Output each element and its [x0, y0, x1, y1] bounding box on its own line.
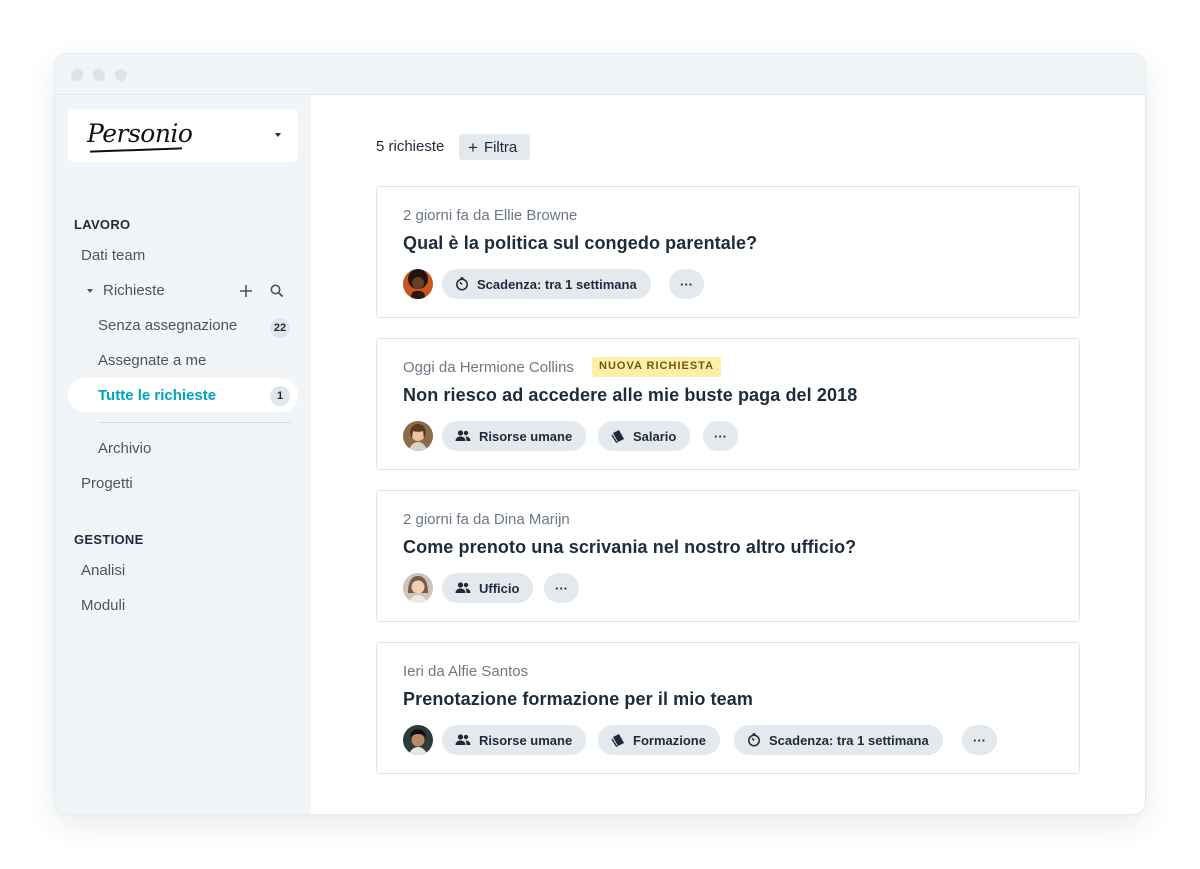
request-title[interactable]: Non riesco ad accedere alle mie buste pa… — [403, 385, 857, 406]
sidebar-item-analisi[interactable]: Analisi — [81, 562, 125, 579]
request-meta: Ieri da Alfie Santos — [403, 663, 529, 680]
sidebar-item-progetti[interactable]: Progetti — [81, 475, 133, 492]
tag-label: Risorse umane — [479, 428, 573, 444]
tag-label: Formazione — [633, 732, 706, 748]
window-maximize-dot[interactable] — [115, 69, 127, 81]
sidebar: Personio LAVORO Dati team Richieste Senz… — [55, 95, 311, 814]
search-icon[interactable] — [269, 283, 285, 299]
tag-deadline[interactable]: Scadenza: tra 1 settimana — [734, 725, 943, 755]
more-options-button[interactable]: ··· — [669, 269, 704, 299]
tag-office[interactable]: Ufficio — [442, 573, 534, 603]
request-meta: 2 giorni fa da Dina Marijn — [403, 511, 570, 528]
company-switcher[interactable]: Personio — [68, 109, 298, 162]
sidebar-item-senza-assegnazione[interactable]: Senza assegnazione — [98, 317, 237, 334]
avatar — [403, 269, 433, 299]
filter-label: Filtra — [483, 138, 518, 156]
request-meta: Oggi da Hermione Collins — [403, 359, 574, 376]
sidebar-item-moduli[interactable]: Moduli — [81, 597, 125, 614]
avatar — [403, 725, 433, 755]
filter-button[interactable]: + Filtra — [459, 134, 530, 160]
sidebar-item-dati-team[interactable]: Dati team — [81, 247, 145, 264]
avatar-image — [403, 269, 433, 299]
tag-label: Scadenza: tra 1 settimana — [769, 732, 929, 748]
more-options-button[interactable]: ··· — [962, 725, 997, 755]
app-window: Personio LAVORO Dati team Richieste Senz… — [55, 54, 1145, 814]
section-heading-lavoro: LAVORO — [74, 217, 131, 232]
request-title[interactable]: Prenotazione formazione per il mio team — [403, 689, 753, 710]
sidebar-item-tutte-le-richieste[interactable]: Tutte le richieste — [98, 387, 216, 404]
sidebar-divider — [98, 422, 291, 423]
avatar-image — [403, 573, 433, 603]
window-close-dot[interactable] — [71, 69, 83, 81]
plus-icon: + — [468, 137, 478, 157]
request-card[interactable]: 2 giorni fa da Ellie Browne Qual è la po… — [376, 186, 1080, 318]
avatar-image — [403, 725, 433, 755]
sidebar-item-assegnate-a-me[interactable]: Assegnate a me — [98, 352, 206, 369]
personio-logo: Personio — [87, 119, 193, 148]
people-icon — [455, 734, 471, 745]
tag-label: Ufficio — [479, 580, 520, 596]
chevron-down-icon[interactable] — [275, 133, 281, 137]
unassigned-count-badge: 22 — [270, 318, 290, 338]
timer-icon — [456, 277, 468, 291]
avatar-image — [403, 421, 433, 451]
request-title[interactable]: Come prenoto una scrivania nel nostro al… — [403, 537, 856, 558]
window-titlebar — [55, 54, 1145, 95]
avatar — [403, 573, 433, 603]
request-card[interactable]: Ieri da Alfie Santos Prenotazione formaz… — [376, 642, 1080, 774]
request-card[interactable]: 2 giorni fa da Dina Marijn Come prenoto … — [376, 490, 1080, 622]
request-title[interactable]: Qual è la politica sul congedo parentale… — [403, 233, 757, 254]
sidebar-item-archivio[interactable]: Archivio — [98, 440, 151, 457]
request-card[interactable]: Oggi da Hermione Collins NUOVA RICHIESTA… — [376, 338, 1080, 470]
timer-icon — [748, 733, 760, 747]
tag-hr[interactable]: Risorse umane — [442, 725, 587, 755]
more-options-button[interactable]: ··· — [544, 573, 579, 603]
tag-label: Salario — [633, 428, 677, 444]
people-icon — [455, 582, 471, 593]
tag-salary[interactable]: Salario — [598, 421, 691, 451]
more-options-button[interactable]: ··· — [703, 421, 738, 451]
tag-label: Scadenza: tra 1 settimana — [477, 276, 637, 292]
book-icon — [611, 430, 624, 443]
request-meta: 2 giorni fa da Ellie Browne — [403, 207, 578, 224]
caret-down-icon[interactable] — [87, 289, 93, 293]
new-request-badge: NUOVA RICHIESTA — [592, 357, 722, 377]
tag-label: Risorse umane — [479, 732, 573, 748]
request-count: 5 richieste — [376, 138, 445, 155]
people-icon — [455, 430, 471, 441]
section-heading-gestione: GESTIONE — [74, 532, 144, 547]
logo-underline — [90, 147, 182, 153]
tag-training[interactable]: Formazione — [598, 725, 720, 755]
all-requests-count-badge: 1 — [270, 386, 290, 406]
tag-hr[interactable]: Risorse umane — [442, 421, 587, 451]
book-icon — [611, 734, 624, 747]
avatar — [403, 421, 433, 451]
tag-deadline[interactable]: Scadenza: tra 1 settimana — [442, 269, 651, 299]
add-icon[interactable] — [238, 283, 254, 299]
main-content: 5 richieste + Filtra 2 giorni fa da Elli… — [311, 95, 1145, 814]
sidebar-item-richieste[interactable]: Richieste — [103, 282, 165, 299]
window-minimize-dot[interactable] — [93, 69, 105, 81]
